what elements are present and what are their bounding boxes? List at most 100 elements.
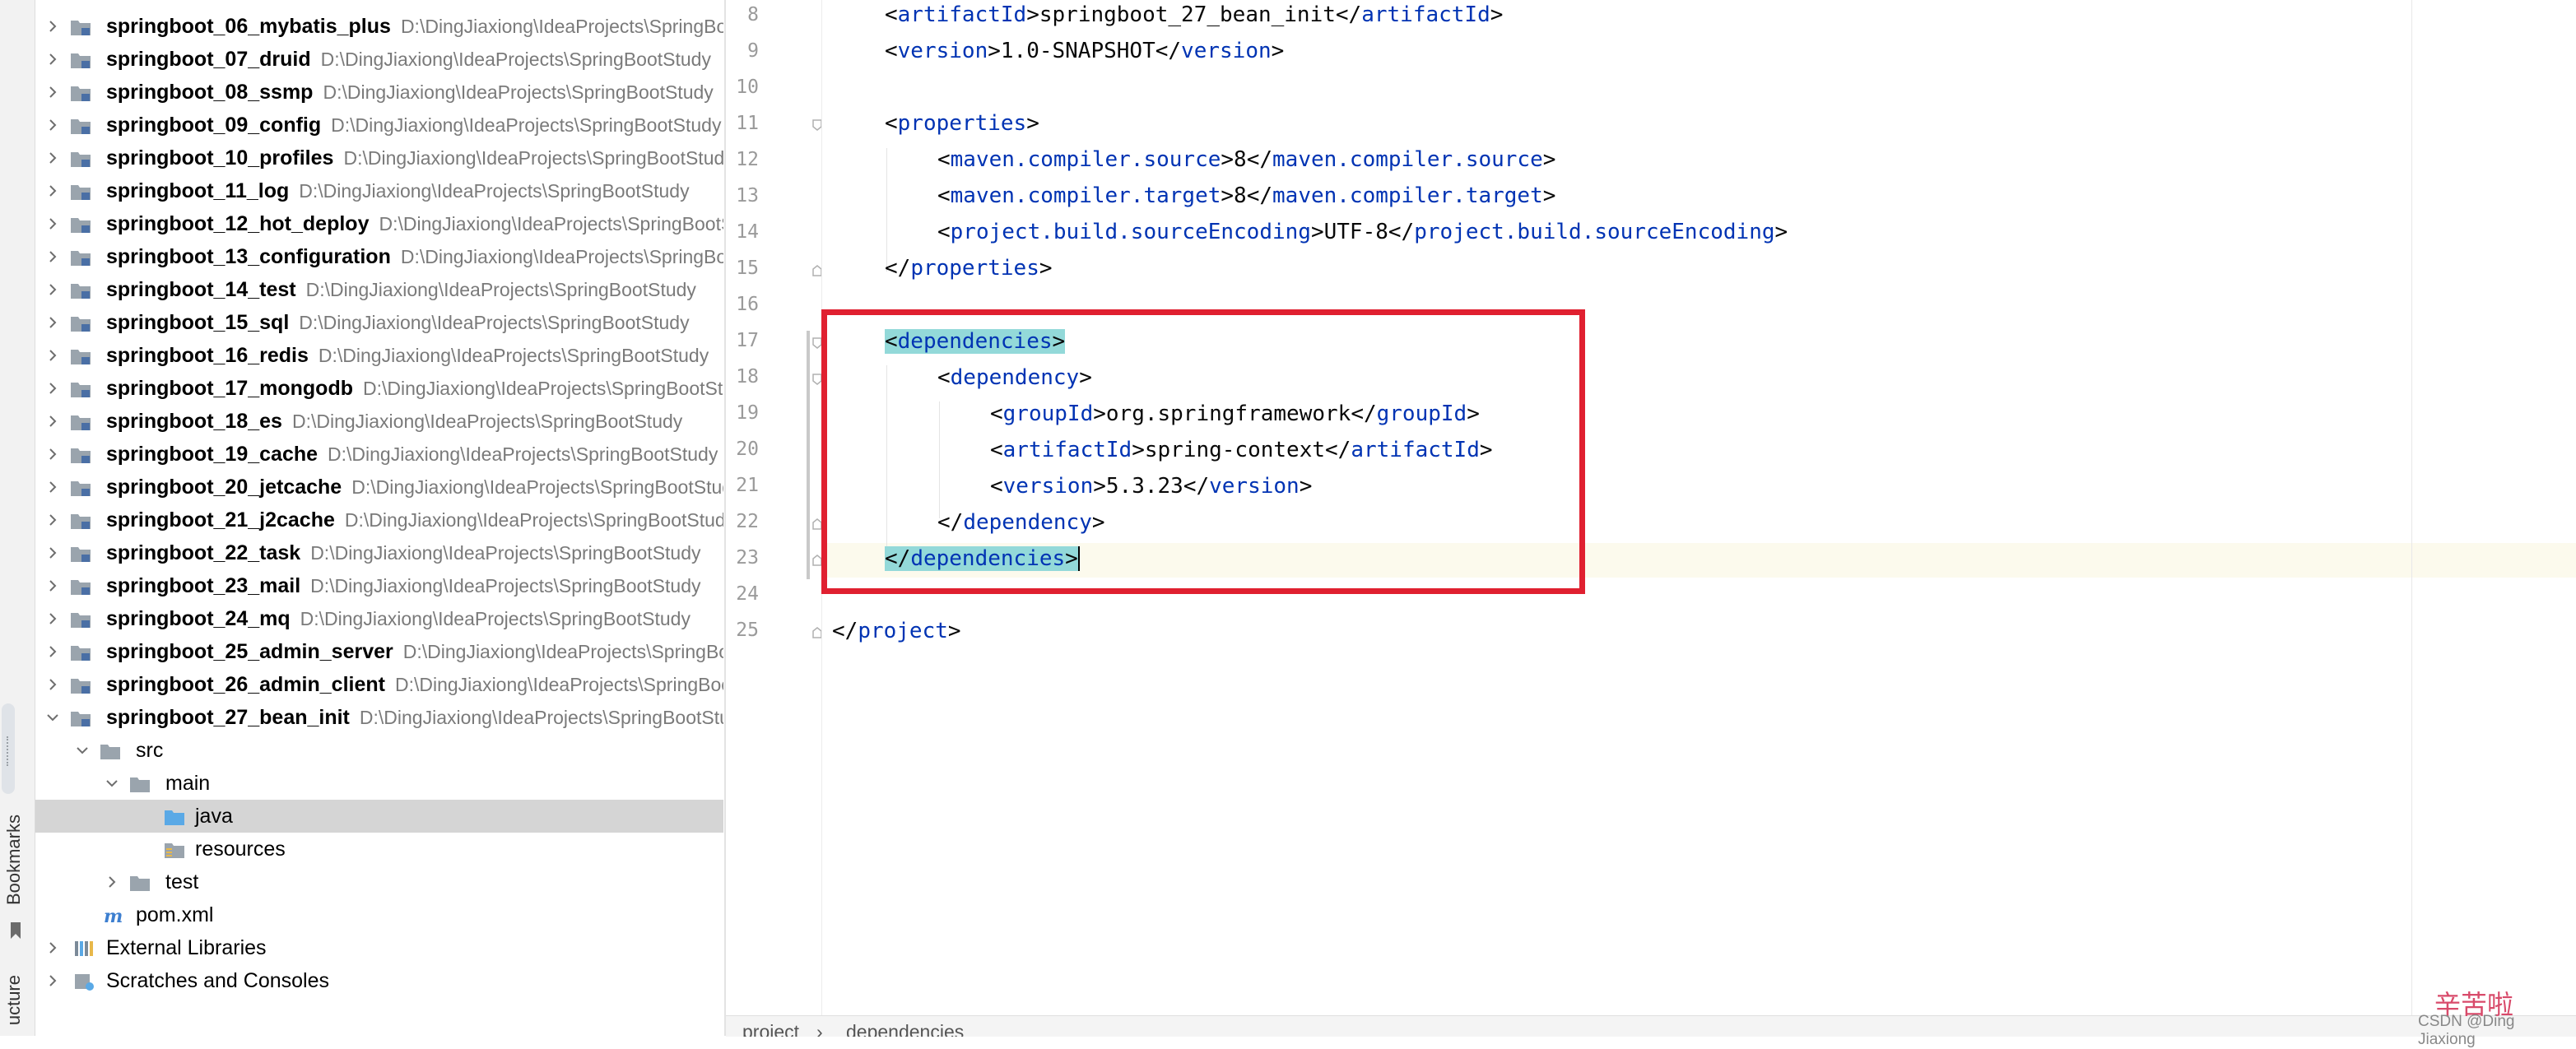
- tree-item-module[interactable]: springboot_21_j2cache D:\DingJiaxiong\Ide…: [35, 504, 723, 536]
- module-path: D:\DingJiaxiong\IdeaProjects\SpringBootS…: [291, 411, 683, 432]
- tree-item-java[interactable]: java: [35, 800, 723, 833]
- line-number[interactable]: 20: [726, 437, 759, 462]
- libraries-icon: [75, 941, 93, 956]
- line-number[interactable]: 17: [726, 328, 759, 353]
- chevron-right-icon[interactable]: [45, 19, 60, 34]
- chevron-right-icon[interactable]: [45, 644, 60, 659]
- tree-item-src[interactable]: src: [35, 734, 723, 767]
- module-path: D:\DingJiaxiong\IdeaProjects\SpringBootS…: [343, 147, 723, 169]
- line-number[interactable]: 19: [726, 401, 759, 425]
- module-folder-icon: [71, 53, 91, 68]
- chevron-right-icon[interactable]: [45, 216, 60, 231]
- folder-icon: [130, 777, 150, 792]
- tree-item-pom[interactable]: m pom.xml: [35, 898, 723, 931]
- line-number[interactable]: 16: [726, 292, 759, 317]
- module-name: springboot_06_mybatis_plus D:\DingJiaxion…: [106, 14, 723, 39]
- chevron-right-icon[interactable]: [45, 183, 60, 198]
- tree-item-module[interactable]: springboot_18_es D:\DingJiaxiong\IdeaProj…: [35, 405, 723, 438]
- chevron-down-icon[interactable]: [45, 710, 60, 725]
- chevron-right-icon[interactable]: [45, 940, 60, 955]
- line-number[interactable]: 13: [726, 183, 759, 208]
- chevron-right-icon[interactable]: [45, 611, 60, 626]
- vcs-change-marker[interactable]: [807, 331, 810, 579]
- chevron-right-icon[interactable]: [45, 381, 60, 396]
- line-number[interactable]: 23: [726, 545, 759, 570]
- chevron-down-icon[interactable]: [75, 743, 90, 758]
- tree-item-module[interactable]: springboot_14_test D:\DingJiaxiong\IdeaPr…: [35, 273, 723, 306]
- chevron-right-icon[interactable]: [45, 447, 60, 462]
- module-path: D:\DingJiaxiong\IdeaProjects\SpringBootS…: [402, 641, 723, 662]
- tree-item-module[interactable]: springboot_26_admin_client D:\DingJiaxion…: [35, 668, 723, 701]
- line-number[interactable]: 15: [726, 256, 759, 281]
- line-number[interactable]: 8: [726, 2, 759, 27]
- line-number[interactable]: 12: [726, 147, 759, 172]
- line-number[interactable]: 11: [726, 111, 759, 136]
- module-name: springboot_24_mq D:\DingJiaxiong\IdeaProj…: [106, 607, 690, 630]
- module-name: springboot_17_mongodb D:\DingJiaxiong\Ide…: [106, 376, 723, 401]
- chevron-right-icon[interactable]: [45, 118, 60, 132]
- tree-item-module[interactable]: springboot_06_mybatis_plus D:\DingJiaxion…: [35, 10, 723, 43]
- tree-item-module[interactable]: springboot_12_hot_deploy D:\DingJiaxiong\…: [35, 207, 723, 240]
- line-number[interactable]: 10: [726, 75, 759, 100]
- chevron-right-icon[interactable]: [45, 578, 60, 593]
- tree-item-module[interactable]: springboot_24_mq D:\DingJiaxiong\IdeaProj…: [35, 602, 723, 635]
- module-folder-icon: [71, 646, 91, 661]
- module-folder-icon: [71, 350, 91, 364]
- chevron-down-icon[interactable]: [105, 776, 119, 791]
- module-name: springboot_18_es D:\DingJiaxiong\IdeaProj…: [106, 410, 683, 433]
- tree-item-module[interactable]: springboot_11_log D:\DingJiaxiong\IdeaPro…: [35, 174, 723, 207]
- chevron-right-icon[interactable]: [45, 282, 60, 297]
- tree-item-module[interactable]: springboot_10_profiles D:\DingJiaxiong\Id…: [35, 142, 723, 174]
- tree-item-external-libraries[interactable]: External Libraries: [35, 931, 723, 964]
- line-number[interactable]: 21: [726, 473, 759, 498]
- line-number[interactable]: 14: [726, 220, 759, 244]
- chevron-right-icon[interactable]: [45, 480, 60, 494]
- module-name: springboot_08_ssmp D:\DingJiaxiong\IdeaPr…: [106, 81, 714, 104]
- code-line-13: <maven.compiler.target>8</maven.compiler…: [937, 183, 1556, 208]
- tree-item-module[interactable]: springboot_07_druid D:\DingJiaxiong\IdeaP…: [35, 43, 723, 76]
- line-number[interactable]: 22: [726, 509, 759, 534]
- tree-item-resources[interactable]: resources: [35, 833, 723, 866]
- tree-item-label: pom.xml: [136, 903, 214, 926]
- module-name: springboot_21_j2cache D:\DingJiaxiong\Ide…: [106, 508, 723, 532]
- bookmarks-tab[interactable]: Bookmarks: [3, 815, 25, 905]
- line-number[interactable]: 25: [726, 618, 759, 643]
- tree-item-module[interactable]: springboot_17_mongodb D:\DingJiaxiong\Ide…: [35, 372, 723, 405]
- tree-item-module[interactable]: springboot_15_sql D:\DingJiaxiong\IdeaPro…: [35, 306, 723, 339]
- panel-resize-grip[interactable]: [2, 703, 15, 794]
- tree-item-module[interactable]: springboot_19_cache D:\DingJiaxiong\IdeaP…: [35, 438, 723, 471]
- tree-item-module[interactable]: springboot_09_config D:\DingJiaxiong\Idea…: [35, 109, 723, 142]
- chevron-right-icon[interactable]: [45, 414, 60, 429]
- chevron-right-icon[interactable]: [105, 875, 119, 889]
- chevron-right-icon[interactable]: [45, 677, 60, 692]
- module-name: springboot_07_druid D:\DingJiaxiong\IdeaP…: [106, 48, 711, 71]
- chevron-right-icon[interactable]: [45, 973, 60, 988]
- tree-item-module[interactable]: springboot_08_ssmp D:\DingJiaxiong\IdeaPr…: [35, 76, 723, 109]
- tree-item-main[interactable]: main: [35, 767, 723, 800]
- chevron-right-icon[interactable]: [45, 85, 60, 100]
- svg-text:m: m: [104, 906, 123, 926]
- tree-item-module[interactable]: springboot_20_jetcache D:\DingJiaxiong\Id…: [35, 471, 723, 504]
- chevron-right-icon[interactable]: [45, 52, 60, 67]
- chevron-right-icon[interactable]: [45, 545, 60, 560]
- line-number[interactable]: 18: [726, 364, 759, 389]
- tree-item-module[interactable]: springboot_13_configuration D:\DingJiaxio…: [35, 240, 723, 273]
- breadcrumb-item-dependencies[interactable]: dependencies: [846, 1021, 964, 1037]
- tree-item-scratches[interactable]: Scratches and Consoles: [35, 964, 723, 997]
- tree-item-module[interactable]: springboot_22_task D:\DingJiaxiong\IdeaPr…: [35, 536, 723, 569]
- structure-tab[interactable]: ucture: [3, 975, 25, 1025]
- tree-item-test[interactable]: test: [35, 866, 723, 898]
- module-folder-icon: [71, 415, 91, 430]
- chevron-right-icon[interactable]: [45, 249, 60, 264]
- chevron-right-icon[interactable]: [45, 315, 60, 330]
- line-number[interactable]: 24: [726, 582, 759, 606]
- line-number[interactable]: 9: [726, 39, 759, 63]
- chevron-right-icon[interactable]: [45, 348, 60, 363]
- chevron-right-icon[interactable]: [45, 151, 60, 165]
- tree-item-module[interactable]: springboot_23_mail D:\DingJiaxiong\IdeaPr…: [35, 569, 723, 602]
- breadcrumb-item-project[interactable]: project: [742, 1021, 799, 1037]
- tree-item-module[interactable]: springboot_27_bean_init D:\DingJiaxiong\I…: [35, 701, 723, 734]
- chevron-right-icon[interactable]: [45, 513, 60, 527]
- tree-item-module[interactable]: springboot_16_redis D:\DingJiaxiong\IdeaP…: [35, 339, 723, 372]
- tree-item-module[interactable]: springboot_25_admin_server D:\DingJiaxion…: [35, 635, 723, 668]
